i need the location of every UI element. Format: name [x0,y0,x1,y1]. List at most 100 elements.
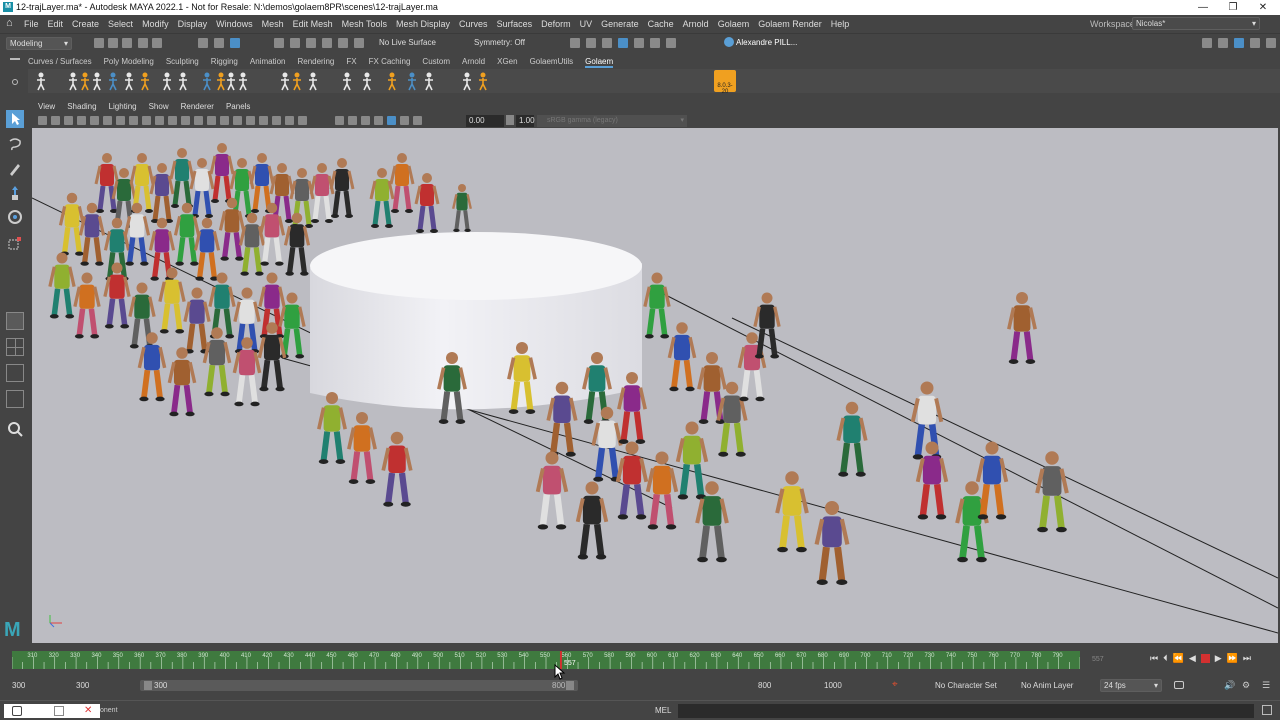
shelf-tab-golaem[interactable]: Golaem [585,57,614,68]
safe-action-icon[interactable] [181,116,190,125]
shelf-tab-custom[interactable]: Custom [422,57,450,68]
lasso-tool-icon[interactable] [6,136,24,154]
textured-icon[interactable] [246,116,255,125]
modeling-toolkit-icon[interactable] [1266,38,1276,48]
step-back-key-icon[interactable]: ⏴ [1163,653,1168,664]
play-backwards-icon[interactable]: ◀ [1189,653,1196,664]
panel-menu-lighting[interactable]: Lighting [109,102,137,111]
agent-run-icon[interactable] [474,71,492,91]
exposure-field[interactable]: 0.00 [466,115,504,127]
script-editor-icon[interactable] [1262,705,1272,715]
outliner-icon[interactable] [6,390,24,408]
menu-item-modify[interactable]: Modify [142,19,169,29]
character-set-dropdown[interactable]: No Character Set [935,681,997,690]
shelf-settings-icon[interactable] [12,79,18,85]
menu-item-create[interactable]: Create [72,19,99,29]
range-slider[interactable]: 300 800 [140,680,578,691]
menu-item-uv[interactable]: UV [580,19,593,29]
menu-set-dropdown[interactable]: Modeling ▾ [6,37,72,50]
move-tool-icon[interactable] [6,184,24,202]
shelf-tab-fx-caching[interactable]: FX Caching [369,57,411,68]
behavior-icon[interactable] [136,71,154,91]
start-frame-field[interactable]: 300 [12,681,25,690]
panel-menu-panels[interactable]: Panels [226,102,250,111]
golaem-version-icon[interactable]: 8.0.3-20 [714,70,736,95]
bookmarks-icon[interactable] [64,116,73,125]
menu-item-mesh-display[interactable]: Mesh Display [396,19,450,29]
live-surface-label[interactable]: No Live Surface [379,38,436,47]
playback-start-field[interactable]: 300 [76,681,89,690]
character-maker-icon[interactable] [338,71,356,91]
minimize-button[interactable]: — [1188,0,1218,15]
menu-item-windows[interactable]: Windows [216,19,253,29]
menu-item-display[interactable]: Display [178,19,208,29]
shelf-tab-sculpting[interactable]: Sculpting [166,57,199,68]
golaem-layout-icon[interactable] [383,71,401,91]
user-name[interactable]: Alexandre PILL... [736,38,797,47]
shelf-tab-golaemutils[interactable]: GolaemUtils [530,57,574,68]
select-hierarchy-icon[interactable] [198,38,208,48]
menu-item-generate[interactable]: Generate [601,19,639,29]
pause-icon[interactable] [666,38,676,48]
gamma-icon[interactable] [506,115,514,125]
gamma-field[interactable]: 1.00 [516,115,535,127]
layout-icon[interactable] [1202,38,1212,48]
home-icon[interactable]: ⌂ [6,18,17,29]
attribute-editor-icon[interactable] [1234,38,1244,48]
menu-item-select[interactable]: Select [108,19,133,29]
menu-item-mesh-tools[interactable]: Mesh Tools [342,19,387,29]
rotate-tool-icon[interactable] [6,208,24,226]
time-slider[interactable]: 310 320 330 340 350 360 370 380 390 400 410 420 430 4… [0,645,1280,677]
menu-item-help[interactable]: Help [831,19,850,29]
new-scene-icon[interactable] [94,38,104,48]
shelf-tab-xgen[interactable]: XGen [497,57,517,68]
menu-item-edit-mesh[interactable]: Edit Mesh [293,19,333,29]
snap-grid-icon[interactable] [274,38,284,48]
depth-of-field-icon[interactable] [348,116,357,125]
taskbar-thumbnail[interactable]: ✕ [4,704,100,718]
menu-item-deform[interactable]: Deform [541,19,571,29]
loop-icon[interactable] [1174,681,1184,689]
default-material-icon[interactable] [233,116,242,125]
arnold-render-icon[interactable] [650,38,660,48]
gate-mask-icon[interactable] [155,116,164,125]
search-icon[interactable] [6,420,24,438]
undo-icon[interactable] [138,38,148,48]
auto-key-icon[interactable]: ⌖ [892,679,898,690]
isolate-select-icon[interactable] [361,116,370,125]
wireframe-icon[interactable] [207,116,216,125]
snap-view-icon[interactable] [322,38,332,48]
panel-menu-view[interactable]: View [38,102,55,111]
safe-title-icon[interactable] [194,116,203,125]
script-language-toggle[interactable]: MEL [655,706,671,715]
range-end-handle[interactable] [566,681,574,690]
rendering-icon[interactable] [174,71,192,91]
shelf-tab-rendering[interactable]: Rendering [297,57,334,68]
agent-walk-icon[interactable] [420,71,438,91]
layout-single-icon[interactable] [6,312,24,330]
panel-menu-show[interactable]: Show [149,102,169,111]
paint-select-tool-icon[interactable] [6,160,24,178]
maximize-button[interactable]: ❐ [1218,0,1248,15]
panel-menu-renderer[interactable]: Renderer [181,102,214,111]
grid-icon[interactable] [116,116,125,125]
audio-icon[interactable]: 🔊 [1224,680,1235,691]
film-gate-icon[interactable] [129,116,138,125]
menu-item-cache[interactable]: Cache [648,19,674,29]
motion-blur-icon[interactable] [298,116,307,125]
run-icon[interactable] [304,71,322,91]
menu-item-golaem[interactable]: Golaem [718,19,750,29]
anim-end-field[interactable]: 1000 [824,681,842,690]
history-icon[interactable] [354,38,364,48]
smooth-shade-icon[interactable] [220,116,229,125]
color-space-dropdown[interactable]: sRGB gamma (legacy) ▾ [537,115,687,127]
render-frame-icon[interactable] [586,38,596,48]
export-icon[interactable] [358,71,376,91]
snap-curve-icon[interactable] [290,38,300,48]
camera-attributes-icon[interactable] [51,116,60,125]
snap-point-icon[interactable] [306,38,316,48]
go-to-start-icon[interactable]: ⏮ [1150,653,1158,664]
stop-button-icon[interactable] [1200,654,1210,663]
shelf-tab-rigging[interactable]: Rigging [211,57,238,68]
anim-layer-dropdown[interactable]: No Anim Layer [1021,681,1073,690]
